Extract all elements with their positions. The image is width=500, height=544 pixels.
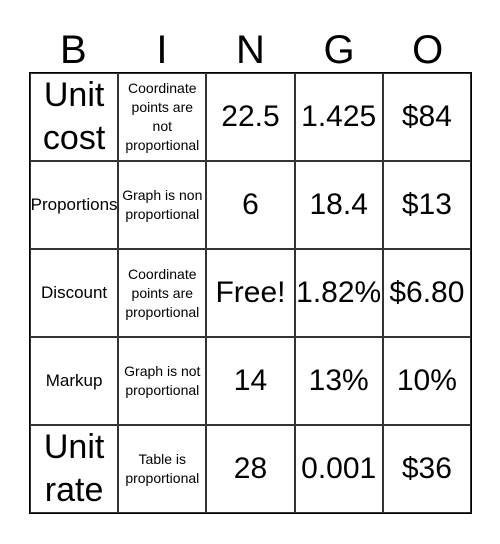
cell-text: Table is proportional — [125, 451, 200, 486]
bingo-cell[interactable]: 10% — [382, 337, 471, 425]
bingo-cell[interactable]: 18.4 — [294, 161, 383, 249]
cell-text: Unit cost — [42, 76, 106, 157]
cell-text: Markup — [45, 371, 103, 390]
cell-text: 22.5 — [221, 100, 280, 133]
bingo-cell[interactable]: $6.80 — [382, 249, 471, 337]
cell-text: Discount — [41, 283, 108, 302]
header-letter-g: G — [323, 28, 355, 72]
cell-text: 18.4 — [309, 188, 368, 221]
cell-text: $84 — [401, 100, 452, 133]
cell-text: 14 — [233, 364, 268, 397]
cell-text: Graph is not proportional — [124, 363, 201, 398]
cell-text: Coordinate points are proportional — [125, 265, 200, 320]
bingo-cell[interactable]: Coordinate points are proportional — [118, 249, 207, 337]
bingo-cell[interactable]: $84 — [382, 73, 471, 161]
bingo-header: B I N G O — [29, 28, 472, 72]
cell-text: Graph is non proportional — [122, 187, 203, 222]
cell-text: Free! — [215, 276, 286, 309]
bingo-cell[interactable]: Coordinate points are not proportional — [118, 73, 207, 161]
cell-text: 28 — [233, 452, 268, 485]
cell-text: 13% — [308, 364, 369, 397]
cell-text: Coordinate points are not proportional — [125, 80, 200, 153]
cell-text: 1.425 — [301, 100, 377, 133]
bingo-cell[interactable]: $13 — [382, 161, 471, 249]
bingo-cell[interactable]: Table is proportional — [118, 425, 207, 513]
cell-text: Proportions — [30, 195, 118, 214]
header-letter-o: O — [412, 28, 444, 72]
bingo-cell[interactable]: Discount — [30, 249, 119, 337]
bingo-cell[interactable]: Free! — [206, 249, 295, 337]
header-letter-n: N — [236, 28, 265, 72]
bingo-cell[interactable]: 28 — [206, 425, 295, 513]
bingo-cell[interactable]: 14 — [206, 337, 295, 425]
bingo-cell[interactable]: 13% — [294, 337, 383, 425]
header-letter-b: B — [59, 28, 87, 72]
cell-text: $6.80 — [389, 276, 465, 309]
cell-text: 6 — [242, 188, 259, 221]
bingo-cell[interactable]: 6 — [206, 161, 295, 249]
bingo-cell[interactable]: Unit rate — [30, 425, 119, 513]
bingo-cell[interactable]: 1.82% — [294, 249, 383, 337]
bingo-grid: Unit cost Coordinate points are not propo… — [29, 72, 472, 514]
bingo-cell[interactable]: Markup — [30, 337, 119, 425]
bingo-cell[interactable]: Proportions — [30, 161, 119, 249]
bingo-cell[interactable]: 22.5 — [206, 73, 295, 161]
bingo-cell[interactable]: 0.001 — [294, 425, 383, 513]
bingo-cell[interactable]: 1.425 — [294, 73, 383, 161]
cell-text: $13 — [401, 188, 452, 221]
bingo-cell[interactable]: $36 — [382, 425, 471, 513]
bingo-cell[interactable]: Unit cost — [30, 73, 119, 161]
cell-text: 1.82% — [296, 276, 382, 309]
cell-text: 10% — [396, 364, 457, 397]
cell-text: 0.001 — [301, 452, 377, 485]
cell-text: $36 — [401, 452, 452, 485]
cell-text: Unit rate — [43, 428, 105, 509]
header-letter-i: I — [156, 28, 168, 72]
bingo-cell[interactable]: Graph is not proportional — [118, 337, 207, 425]
bingo-cell[interactable]: Graph is non proportional — [118, 161, 207, 249]
